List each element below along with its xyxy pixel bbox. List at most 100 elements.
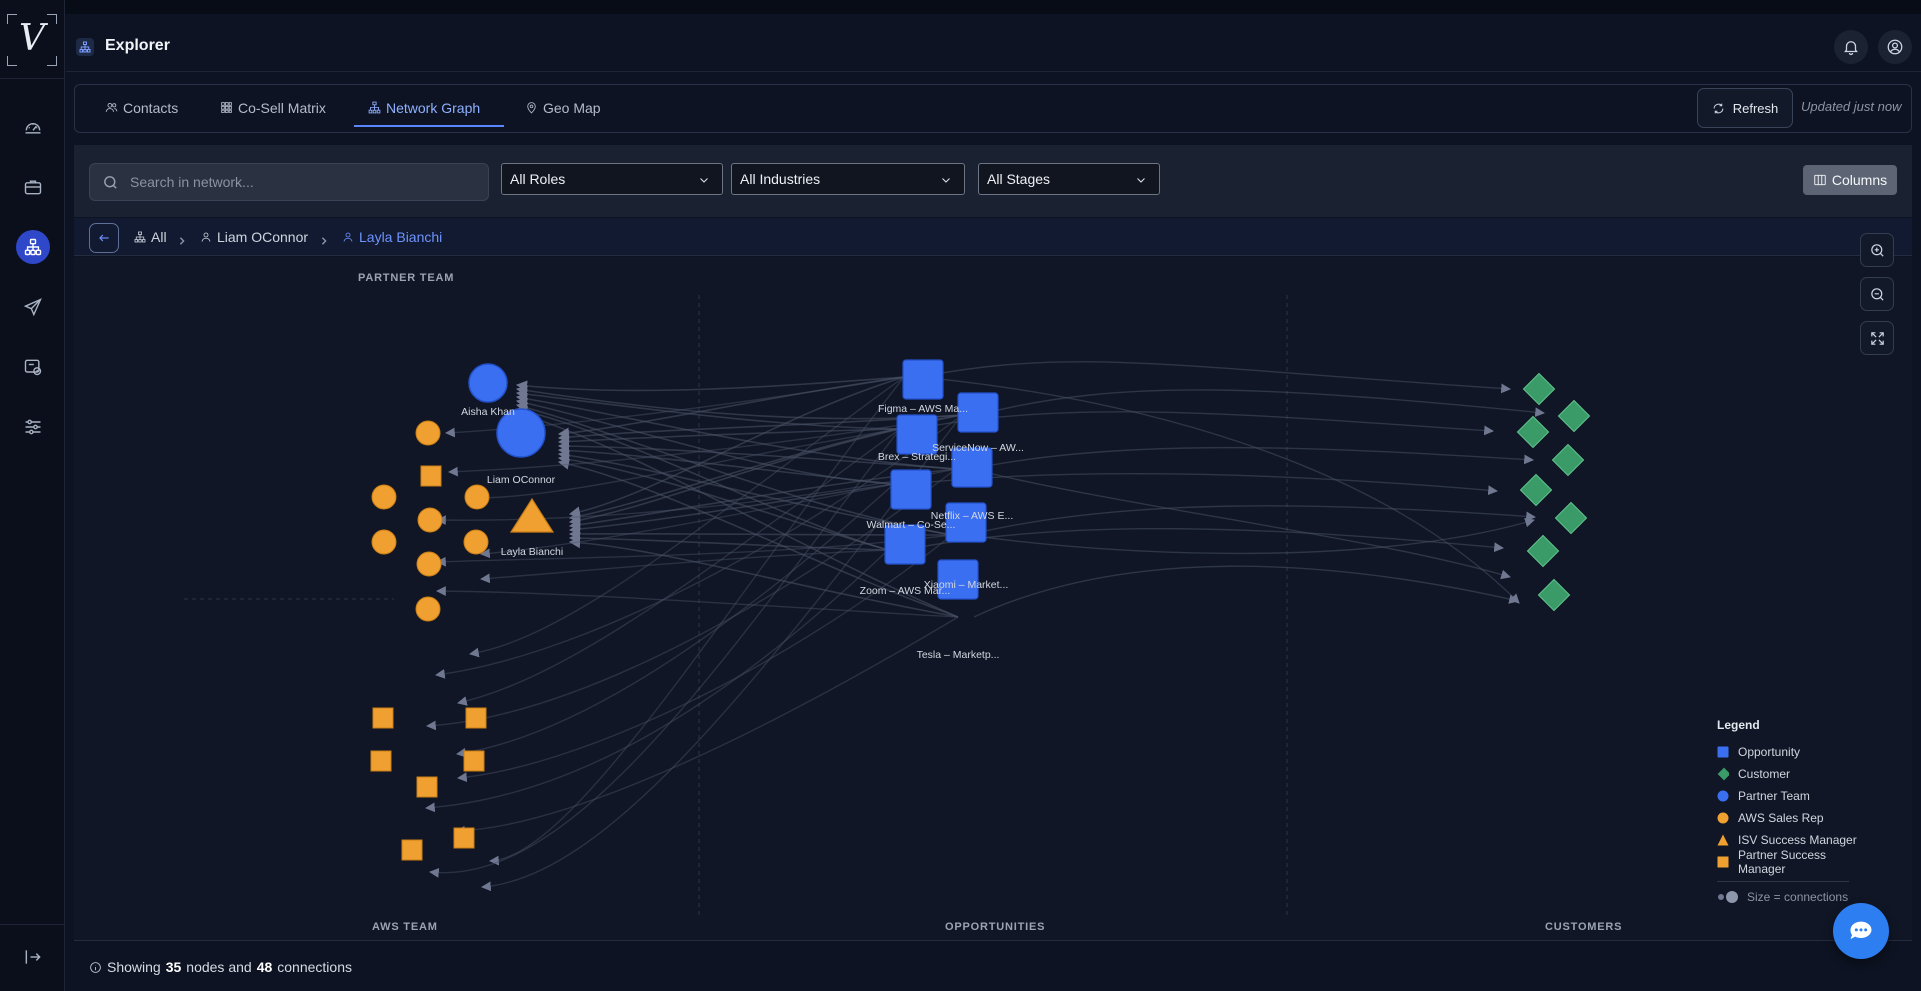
breadcrumb-all[interactable]: All [134, 229, 167, 245]
chevron-right-icon [178, 232, 186, 245]
status-bar: Showing 35 nodes and 48 connections [74, 940, 1912, 991]
roles-select[interactable]: All Roles [501, 163, 723, 195]
map-pin-icon [527, 102, 536, 114]
aws-sales-rep-node [371, 484, 397, 510]
customer-node [1519, 473, 1553, 507]
tab-network-graph[interactable]: Network Graph [368, 84, 480, 131]
page-title: Explorer [105, 37, 170, 54]
user-avatar-icon [1887, 39, 1903, 55]
briefcase-icon[interactable] [16, 170, 50, 204]
legend-item-customer: Customer [1717, 763, 1857, 785]
stages-select[interactable]: All Stages [978, 163, 1160, 195]
aws-sales-rep-node [463, 529, 489, 555]
psm-node [420, 465, 442, 487]
explorer-icon [76, 38, 94, 56]
node-label: Brex – Strategi... [878, 451, 956, 463]
chat-bubble-icon [1850, 921, 1872, 940]
sidebar: V [0, 0, 65, 991]
search-input[interactable] [130, 164, 480, 200]
tab-co-sell-matrix[interactable]: Co-Sell Matrix [220, 84, 326, 131]
app-root: V Explorer Contacts Co-Sell Matrix Netwo… [0, 0, 1921, 991]
zoom-in-icon [1870, 243, 1884, 257]
document-clock-icon[interactable] [16, 350, 50, 384]
profile-button[interactable] [1878, 30, 1912, 64]
grid-icon [221, 102, 232, 113]
zoom-out-icon [1870, 287, 1884, 301]
arrow-left-icon [99, 234, 109, 242]
users-icon [105, 103, 118, 112]
breadcrumb-layla-bianchi: Layla Bianchi [342, 229, 442, 245]
chevron-down-icon [1137, 178, 1145, 183]
network-icon[interactable] [16, 230, 50, 264]
page-header: Explorer [66, 14, 1921, 72]
chevron-down-icon [700, 178, 708, 183]
columns-button[interactable]: Columns [1803, 165, 1897, 195]
partner-node-aisha-khan [468, 363, 508, 403]
customer-node [1551, 443, 1585, 477]
legend-divider [1717, 881, 1849, 882]
node-label: Layla Bianchi [501, 546, 563, 558]
network-icon [134, 231, 146, 243]
opportunity-node [890, 469, 932, 510]
column-title-opportunities: OPPORTUNITIES [945, 921, 1046, 933]
top-strip [0, 0, 1921, 14]
node-label: Walmart – Co-Se... [867, 519, 956, 531]
aws-sales-rep-node [416, 551, 442, 577]
industries-select[interactable]: All Industries [731, 163, 965, 195]
send-icon[interactable] [16, 290, 50, 324]
collapse-sidebar-icon[interactable] [16, 940, 50, 974]
chat-button[interactable] [1833, 903, 1889, 959]
customer-node [1516, 415, 1550, 449]
tab-geo-map[interactable]: Geo Map [525, 84, 601, 131]
aws-sales-rep-node [415, 420, 441, 446]
app-logo[interactable]: V [7, 14, 57, 66]
dashboard-icon[interactable] [16, 110, 50, 144]
network-icon [368, 101, 381, 114]
psm-node [401, 839, 423, 861]
column-title-customers: CUSTOMERS [1545, 921, 1623, 933]
legend-item-aws-sales-rep: AWS Sales Rep [1717, 807, 1857, 829]
column-title-aws-team: AWS TEAM [372, 921, 438, 933]
zoom-out-button[interactable] [1860, 277, 1894, 311]
bell-icon [1844, 41, 1858, 56]
back-button[interactable] [89, 223, 119, 253]
node-label: Aisha Khan [461, 406, 515, 418]
tab-contacts[interactable]: Contacts [105, 84, 178, 131]
psm-node [463, 750, 485, 772]
aws-sales-rep-node [415, 596, 441, 622]
customer-node [1522, 372, 1556, 406]
psm-node [416, 776, 438, 798]
opportunity-node [902, 359, 944, 400]
psm-node [372, 707, 394, 729]
size-circles-icon [1718, 891, 1738, 903]
isv-node-layla-bianchi [509, 497, 555, 533]
filter-bar: All Roles All Industries All Stages Colu… [74, 145, 1912, 217]
legend-item-partner-success-manager: Partner Success Manager [1717, 848, 1857, 876]
breadcrumb-liam-oconnor[interactable]: Liam OConnor [200, 229, 308, 245]
legend-item-partner-team: Partner Team [1717, 785, 1857, 807]
view-tabs [74, 84, 1912, 133]
search-box [89, 163, 489, 201]
node-label: Zoom – AWS Mar... [860, 585, 951, 597]
fit-screen-button[interactable] [1860, 321, 1894, 355]
column-title-partner-team: PARTNER TEAM [358, 272, 455, 284]
node-count: 35 [165, 959, 182, 975]
sliders-icon[interactable] [16, 410, 50, 444]
aws-sales-rep-node [464, 484, 490, 510]
sidebar-divider [0, 78, 65, 79]
legend-title: Legend [1717, 718, 1760, 732]
zoom-in-button[interactable] [1860, 233, 1894, 267]
legend-size-note: Size = connections [1717, 890, 1857, 904]
aws-sales-rep-node [371, 529, 397, 555]
search-icon [104, 176, 117, 189]
notifications-button[interactable] [1834, 30, 1868, 64]
updated-timestamp: Updated just now [1801, 99, 1902, 114]
expand-icon [1870, 331, 1884, 345]
network-graph[interactable]: Aisha Khan Liam OConnor Layla Bianchi Fi… [74, 257, 1912, 940]
opportunity-node [896, 414, 938, 455]
aws-sales-rep-node [417, 507, 443, 533]
columns-icon [1814, 174, 1826, 186]
graph-legend: Legend Opportunity Customer Partner Team… [1717, 718, 1857, 904]
refresh-button[interactable]: Refresh [1697, 88, 1793, 128]
network-graph-canvas[interactable]: Aisha Khan Liam OConnor Layla Bianchi Fi… [74, 233, 1912, 940]
